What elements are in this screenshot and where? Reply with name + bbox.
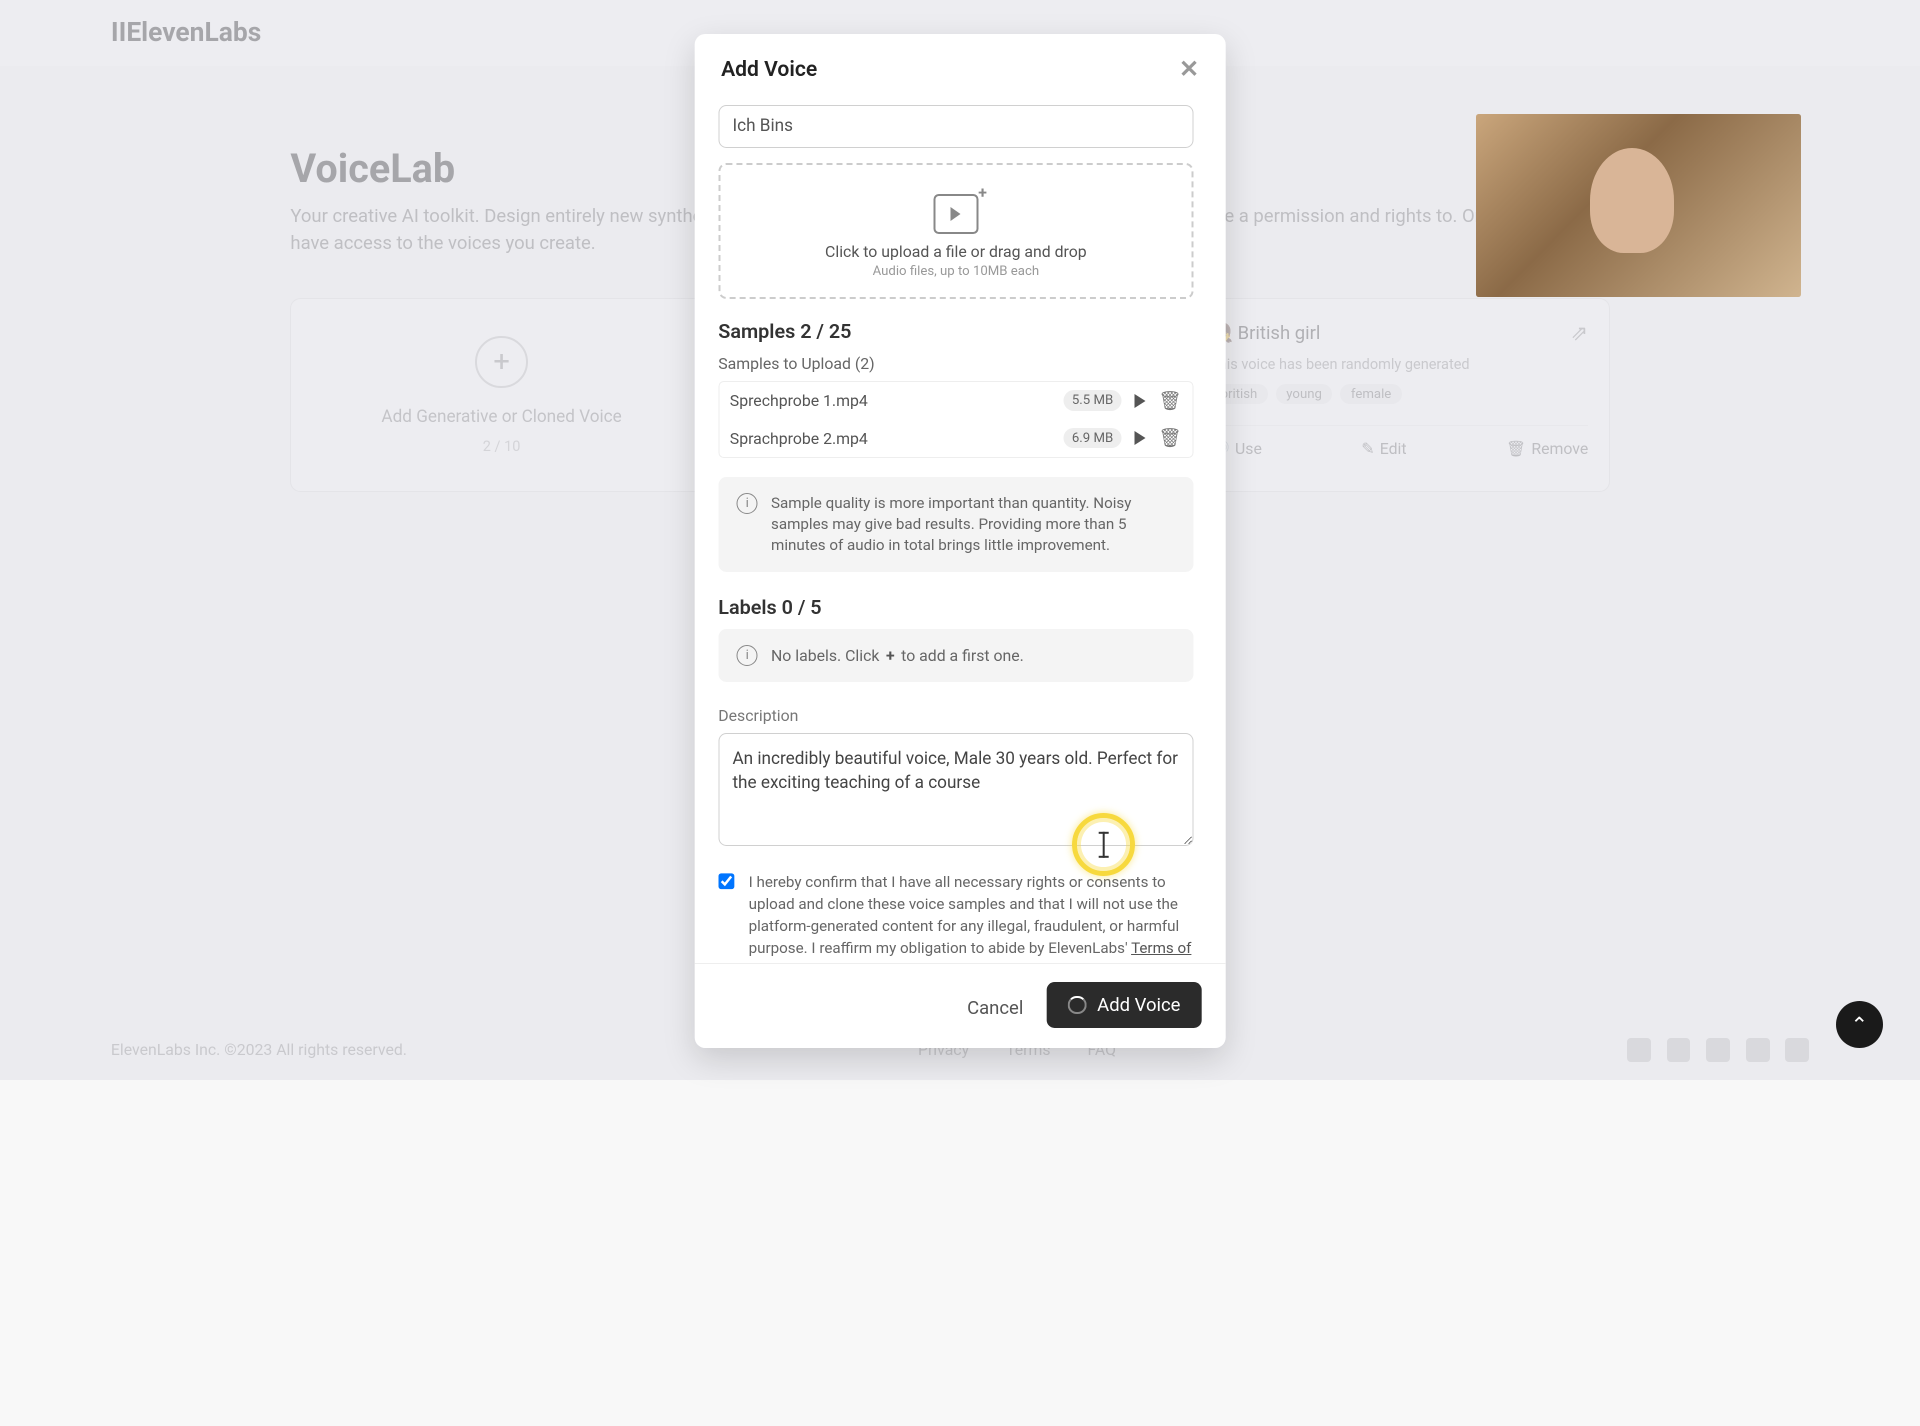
scroll-top-button[interactable]: ⌃ (1836, 1001, 1884, 1049)
play-icon[interactable] (1134, 394, 1145, 408)
consent-and: and (798, 961, 831, 963)
info-icon: i (737, 493, 758, 514)
add-label-plus-icon[interactable]: + (884, 646, 898, 665)
samples-section-title: Samples 2 / 25 (718, 320, 1193, 343)
consent-checkbox[interactable] (718, 872, 735, 890)
modal-title: Add Voice (721, 57, 817, 82)
upload-dropzone[interactable]: Click to upload a file or drag and drop … (718, 163, 1193, 299)
consent-pre: I hereby confirm that I have all necessa… (749, 873, 1180, 957)
quality-infobox: i Sample quality is more important than … (718, 477, 1193, 572)
sample-row: Sprechprobe 1.mp4 5.5 MB 🗑 (719, 382, 1192, 420)
cancel-button[interactable]: Cancel (949, 987, 1042, 1030)
voice-name-input[interactable] (718, 105, 1193, 148)
trash-icon[interactable]: 🗑 (1159, 390, 1182, 412)
text-cursor-icon (1102, 832, 1105, 858)
dropzone-label: Click to upload a file or drag and drop (734, 242, 1179, 261)
samples-upload-header: Samples to Upload (2) (718, 354, 1193, 373)
sample-row: Sprachprobe 2.mp4 6.9 MB 🗑 (719, 419, 1192, 457)
chevron-up-icon: ⌃ (1850, 1012, 1868, 1038)
labels-empty-pre: No labels. Click (771, 646, 883, 665)
add-voice-button[interactable]: Add Voice (1047, 982, 1202, 1028)
trash-icon[interactable]: 🗑 (1159, 427, 1182, 449)
samples-list: Sprechprobe 1.mp4 5.5 MB 🗑 Sprachprobe 2… (718, 381, 1193, 459)
labels-empty-post: to add a first one. (897, 646, 1024, 665)
info-icon: i (737, 645, 758, 666)
close-icon[interactable]: ✕ (1179, 55, 1199, 83)
labels-empty-box: i No labels. Click + to add a first one. (718, 629, 1193, 682)
labels-section-title: Labels 0 / 5 (718, 596, 1193, 619)
add-voice-modal: Add Voice ✕ Click to upload a file or dr… (695, 34, 1226, 1048)
consent-text: I hereby confirm that I have all necessa… (749, 871, 1194, 963)
sample-size-badge: 5.5 MB (1064, 390, 1121, 410)
description-label: Description (718, 706, 1193, 725)
consent-period: . (923, 961, 927, 963)
sample-filename: Sprechprobe 1.mp4 (730, 391, 1051, 410)
spinner-icon (1068, 996, 1086, 1014)
play-icon[interactable] (1134, 431, 1145, 445)
sample-size-badge: 6.9 MB (1064, 428, 1121, 448)
sample-filename: Sprachprobe 2.mp4 (730, 429, 1051, 448)
quality-tip-text: Sample quality is more important than qu… (771, 493, 1175, 557)
upload-file-icon (934, 194, 979, 234)
dropzone-sub: Audio files, up to 10MB each (734, 264, 1179, 279)
add-voice-button-label: Add Voice (1097, 994, 1180, 1016)
privacy-link[interactable]: Privacy Policy (831, 961, 924, 963)
webcam-thumbnail (1476, 114, 1801, 297)
